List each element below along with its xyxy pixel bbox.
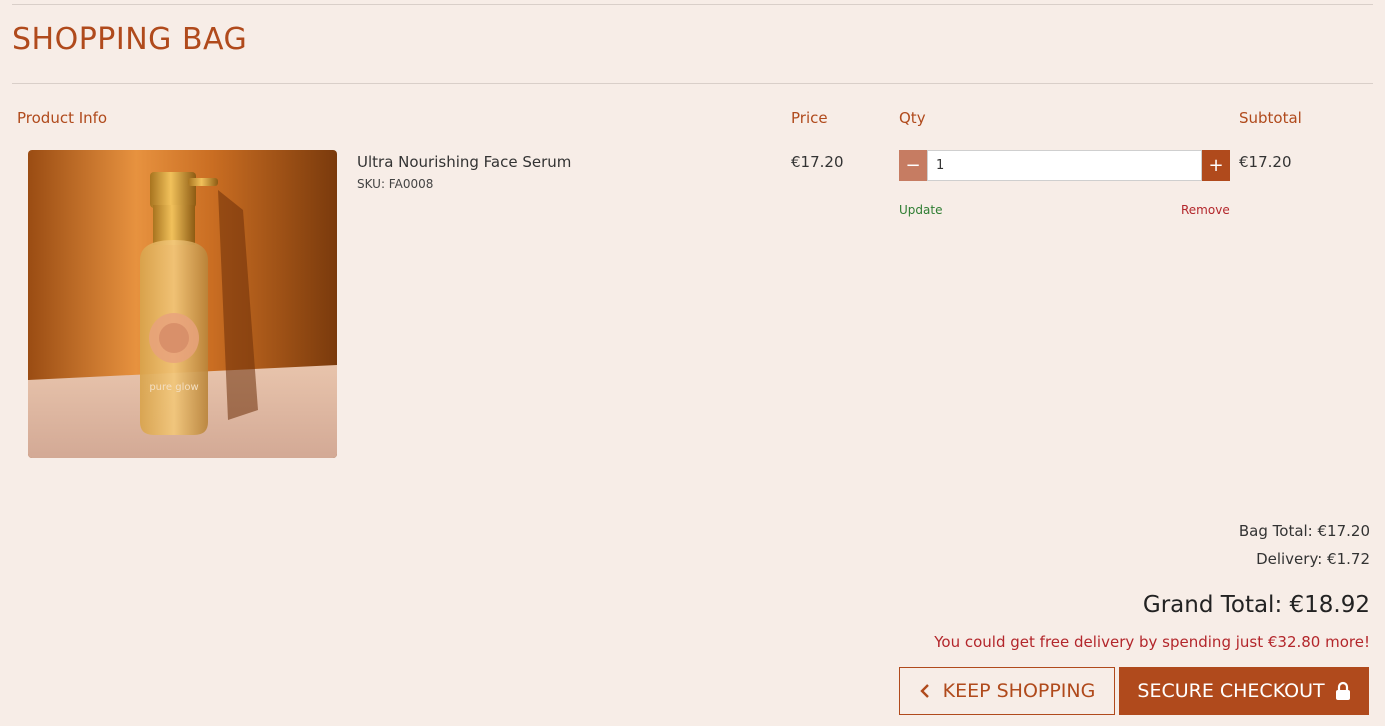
decrease-qty-button[interactable]: −	[899, 150, 927, 181]
delivery-cost: Delivery: €1.72	[1256, 550, 1370, 568]
remove-link[interactable]: Remove	[1181, 203, 1230, 217]
page-title: SHOPPING BAG	[12, 22, 248, 57]
keep-shopping-label: KEEP SHOPPING	[942, 680, 1096, 702]
lock-icon	[1335, 681, 1351, 701]
header-qty: Qty	[899, 109, 926, 127]
product-subtotal: €17.20	[1239, 153, 1292, 171]
top-divider	[12, 4, 1373, 5]
header-price: Price	[791, 109, 828, 127]
secure-checkout-button[interactable]: SECURE CHECKOUT	[1119, 667, 1369, 715]
quantity-stepper: − +	[899, 150, 1230, 181]
update-link[interactable]: Update	[899, 203, 942, 217]
product-image: pure glow	[28, 150, 337, 458]
bag-total: Bag Total: €17.20	[1238, 522, 1370, 540]
increase-qty-button[interactable]: +	[1202, 150, 1230, 181]
header-product-info: Product Info	[17, 109, 108, 127]
secure-checkout-label: SECURE CHECKOUT	[1137, 680, 1325, 702]
keep-shopping-button[interactable]: KEEP SHOPPING	[899, 667, 1115, 715]
product-sku: SKU: FA0008	[357, 177, 434, 191]
product-name: Ultra Nourishing Face Serum	[357, 153, 572, 171]
free-delivery-message: You could get free delivery by spending …	[934, 633, 1370, 651]
quantity-input[interactable]	[927, 150, 1202, 181]
plus-icon: +	[1208, 155, 1224, 176]
title-divider	[12, 83, 1373, 84]
grand-total: Grand Total: €18.92	[1142, 592, 1370, 618]
bottle-brand-text: pure glow	[149, 382, 198, 393]
chevron-left-icon	[919, 683, 931, 699]
product-price: €17.20	[791, 153, 844, 171]
header-subtotal: Subtotal	[1239, 109, 1302, 127]
minus-icon: −	[905, 155, 921, 176]
